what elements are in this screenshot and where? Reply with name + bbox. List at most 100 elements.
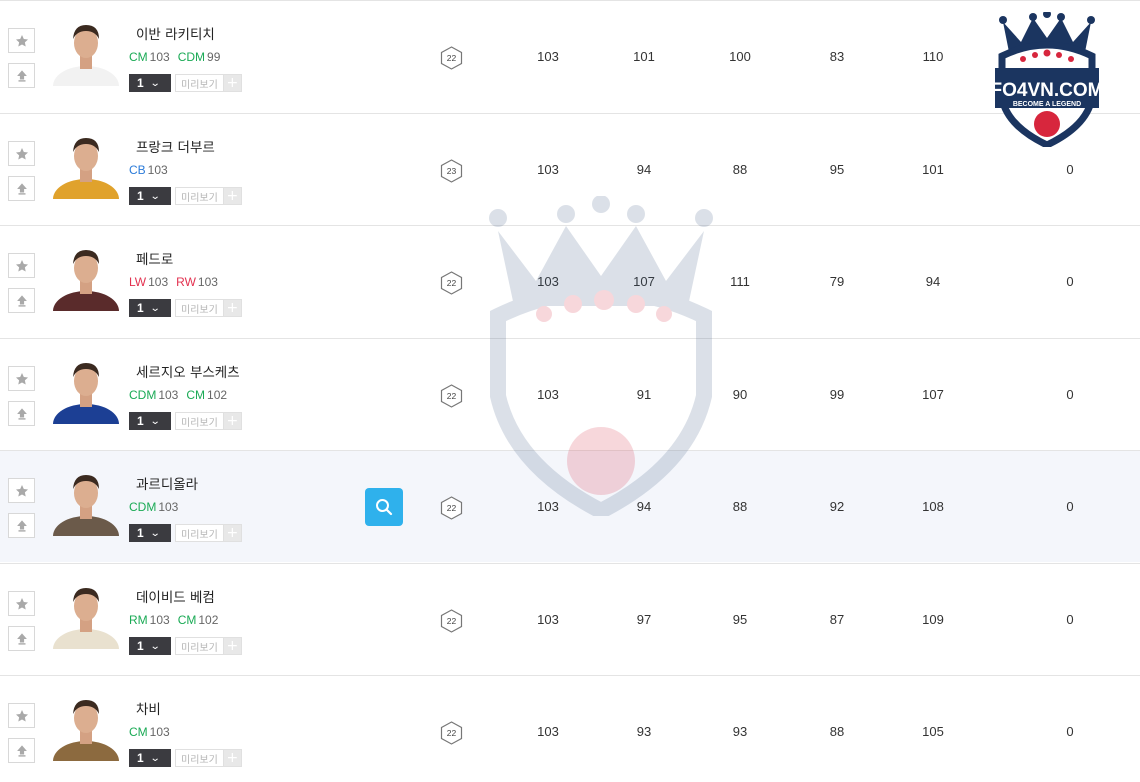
upgrade-button[interactable] <box>8 401 35 426</box>
plus-icon[interactable]: + <box>223 749 242 767</box>
position-ovr: 103 <box>158 388 179 402</box>
player-row[interactable]: 이반 라키티치 CM 103 CDM 99 1 ⌄ 미리보기 + 22 103 101 1… <box>0 0 1140 112</box>
player-avatar[interactable] <box>53 469 120 536</box>
position-tag: RW 103 <box>176 275 218 289</box>
favorite-button[interactable] <box>8 141 35 166</box>
stat-value-3: 88 <box>732 499 748 514</box>
favorite-button[interactable] <box>8 591 35 616</box>
favorite-button[interactable] <box>8 478 35 503</box>
stat-value-1: 103 <box>537 49 559 64</box>
level-select[interactable]: 1 ⌄ <box>129 74 171 92</box>
plus-icon[interactable]: + <box>223 187 242 205</box>
preview-button[interactable]: 미리보기 <box>175 412 224 430</box>
upgrade-button[interactable] <box>8 738 35 763</box>
card-controls: 1 ⌄ 미리보기 + <box>129 74 242 92</box>
player-row[interactable]: 세르지오 부스케츠 CDM 103 CM 102 1 ⌄ 미리보기 + 22 103 9… <box>0 338 1140 450</box>
preview-button[interactable]: 미리보기 <box>175 637 224 655</box>
player-name[interactable]: 과르디올라 <box>136 473 198 493</box>
stat-value-3: 100 <box>729 49 751 64</box>
position-tag: CB 103 <box>129 163 168 177</box>
level-select[interactable]: 1 ⌄ <box>129 749 171 767</box>
player-row[interactable]: 과르디올라 CDM 103 1 ⌄ 미리보기 + 22 103 94 88 92… <box>0 450 1140 562</box>
position-ovr: 103 <box>158 500 179 514</box>
stat-value-4: 79 <box>829 274 845 289</box>
card-controls: 1 ⌄ 미리보기 + <box>129 299 242 317</box>
preview-button[interactable]: 미리보기 <box>175 299 224 317</box>
badge-value: 23 <box>446 166 457 176</box>
player-row[interactable]: 차비 CM 103 1 ⌄ 미리보기 + 22 103 93 93 88 105 0 <box>0 675 1140 782</box>
badge-value: 22 <box>446 278 457 288</box>
player-name[interactable]: 차비 <box>136 698 161 718</box>
upgrade-button[interactable] <box>8 626 35 651</box>
position-tag: CM 102 <box>178 613 219 627</box>
player-name[interactable]: 프랑크 더부르 <box>136 136 215 156</box>
player-avatar[interactable] <box>53 244 120 311</box>
stat-value-6: 0 <box>1066 387 1074 402</box>
player-row[interactable]: 데이비드 베컴 RM 103 CM 102 1 ⌄ 미리보기 + 22 103 97 95… <box>0 563 1140 675</box>
upgrade-button[interactable] <box>8 513 35 538</box>
star-icon <box>15 597 28 610</box>
player-avatar[interactable] <box>53 694 120 761</box>
upgrade-button[interactable] <box>8 63 35 88</box>
level-select[interactable]: 1 ⌄ <box>129 187 171 205</box>
preview-button[interactable]: 미리보기 <box>175 524 224 542</box>
favorite-button[interactable] <box>8 28 35 53</box>
position-code: CDM <box>177 50 206 64</box>
stat-value-4: 95 <box>829 162 845 177</box>
plus-icon[interactable]: + <box>223 524 242 542</box>
player-avatar[interactable] <box>53 132 120 199</box>
stat-value-2: 101 <box>633 49 655 64</box>
position-code: CB <box>129 163 146 177</box>
plus-icon[interactable]: + <box>223 637 242 655</box>
stat-value-1: 103 <box>537 162 559 177</box>
preview-button[interactable]: 미리보기 <box>175 187 224 205</box>
player-avatar[interactable] <box>53 19 120 86</box>
plus-icon[interactable]: + <box>223 412 242 430</box>
hexagon-badge-icon: 22 <box>440 721 463 745</box>
chevron-down-icon: ⌄ <box>149 752 161 764</box>
level-select[interactable]: 1 ⌄ <box>129 412 171 430</box>
level-select[interactable]: 1 ⌄ <box>129 524 171 542</box>
stat-value-4: 92 <box>829 499 845 514</box>
search-button[interactable] <box>365 488 403 526</box>
stat-value-1: 103 <box>537 499 559 514</box>
favorite-button[interactable] <box>8 366 35 391</box>
player-row[interactable]: 페드로 LW 103 RW 103 1 ⌄ 미리보기 + 22 103 107 111 79… <box>0 225 1140 337</box>
level-select[interactable]: 1 ⌄ <box>129 299 171 317</box>
logo-title: FO4VN.COM <box>993 80 1101 101</box>
player-name[interactable]: 데이비드 베컴 <box>136 586 215 606</box>
favorite-button[interactable] <box>8 253 35 278</box>
arrow-up-icon <box>16 294 27 307</box>
position-ovr: 103 <box>149 50 170 64</box>
upgrade-button[interactable] <box>8 176 35 201</box>
stat-value-4: 87 <box>829 612 845 627</box>
position-ovr: 102 <box>207 388 228 402</box>
stat-value-6: 0 <box>1066 499 1074 514</box>
badge-value: 22 <box>446 53 457 63</box>
player-name[interactable]: 이반 라키티치 <box>136 23 215 43</box>
player-avatar[interactable] <box>53 582 120 649</box>
stat-value-4: 83 <box>829 49 845 64</box>
hexagon-badge-icon: 23 <box>440 159 463 183</box>
plus-icon[interactable]: + <box>223 299 242 317</box>
stat-value-6: 0 <box>1066 162 1074 177</box>
position-code: LW <box>129 275 147 289</box>
stat-value-6: 0 <box>1066 274 1074 289</box>
level-value: 1 <box>137 301 144 315</box>
player-avatar[interactable] <box>53 357 120 424</box>
preview-button[interactable]: 미리보기 <box>175 749 224 767</box>
plus-icon[interactable]: + <box>223 74 242 92</box>
favorite-button[interactable] <box>8 703 35 728</box>
position-code: CDM <box>129 500 157 514</box>
stat-value-2: 97 <box>636 612 652 627</box>
position-code: CM <box>129 50 148 64</box>
player-row[interactable]: 프랑크 더부르 CB 103 1 ⌄ 미리보기 + 23 103 94 88 95 101… <box>0 113 1140 225</box>
position-ovr: 103 <box>197 275 218 289</box>
player-name[interactable]: 페드로 <box>136 248 173 268</box>
player-name[interactable]: 세르지오 부스케츠 <box>136 361 240 381</box>
position-code: CM <box>186 388 206 402</box>
upgrade-button[interactable] <box>8 288 35 313</box>
level-select[interactable]: 1 ⌄ <box>129 637 171 655</box>
star-icon <box>15 372 28 385</box>
preview-button[interactable]: 미리보기 <box>175 74 224 92</box>
